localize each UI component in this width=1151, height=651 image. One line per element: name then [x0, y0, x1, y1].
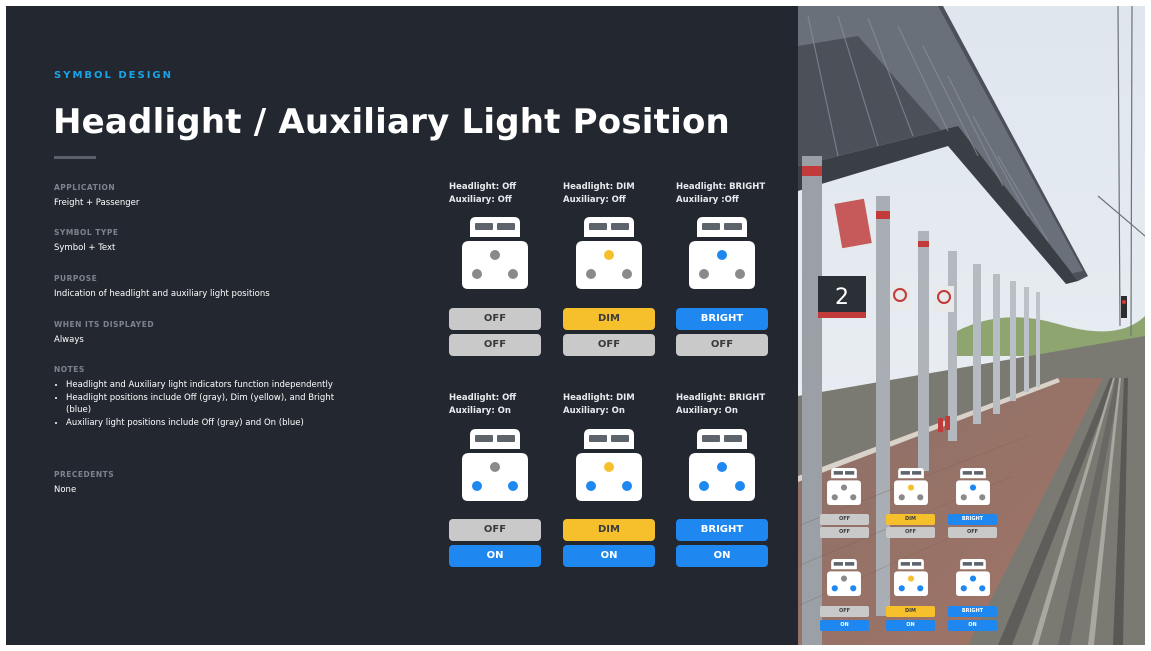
- purpose-label: PURPOSE: [54, 274, 98, 283]
- mini-headlight-pill: DIM: [886, 514, 935, 525]
- symbol-type-section: SYMBOL TYPE Symbol + Text: [54, 228, 384, 255]
- caption-auxiliary: Auxiliary: On: [449, 406, 511, 416]
- caption-auxiliary: Auxiliary: On: [563, 406, 625, 416]
- mini-symbol: [893, 468, 929, 509]
- mini-headlight-pill: OFF: [820, 514, 869, 525]
- caption-auxiliary: Auxiliary: On: [676, 406, 738, 416]
- mini-auxiliary-pill: ON: [886, 620, 935, 631]
- headlight-status-pill: DIM: [563, 519, 655, 541]
- mini-symbol: [955, 468, 991, 509]
- purpose-value: Indication of headlight and auxiliary li…: [54, 289, 270, 299]
- locomotive-icon: [689, 217, 755, 289]
- caption-headlight: Headlight: DIM: [563, 393, 635, 403]
- mini-symbol: [826, 468, 862, 509]
- symbol-headlight-dim-aux-off: Headlight: DIM Auxiliary: Off DIM OFF: [563, 181, 655, 356]
- auxiliary-status-pill: OFF: [563, 334, 655, 356]
- mini-headlight-pill: BRIGHT: [948, 606, 997, 617]
- mini-auxiliary-pill: ON: [820, 620, 869, 631]
- symbol-headlight-bright-aux-off: Headlight: BRIGHT Auxiliary :Off BRIGHT …: [676, 181, 768, 356]
- symbol-type-value: Symbol + Text: [54, 243, 116, 253]
- symbol-headlight-dim-aux-on: Headlight: DIM Auxiliary: On DIM ON: [563, 392, 655, 567]
- caption-headlight: Headlight: BRIGHT: [676, 393, 766, 403]
- mini-auxiliary-pill: OFF: [886, 527, 935, 538]
- locomotive-icon: [894, 468, 928, 505]
- when-displayed-section: WHEN ITS DISPLAYED Always: [54, 320, 384, 347]
- eyebrow-label: SYMBOL DESIGN: [54, 70, 174, 81]
- caption-auxiliary: Auxiliary: Off: [449, 195, 512, 205]
- precedents-label: PRECEDENTS: [54, 470, 115, 479]
- when-displayed-label: WHEN ITS DISPLAYED: [54, 320, 155, 329]
- headlight-status-pill: BRIGHT: [676, 519, 768, 541]
- headlight-status-pill: DIM: [563, 308, 655, 330]
- page-title: Headlight / Auxiliary Light Position: [53, 102, 730, 142]
- mini-headlight-pill: DIM: [886, 606, 935, 617]
- auxiliary-status-pill: OFF: [449, 334, 541, 356]
- caption-headlight: Headlight: Off: [449, 182, 517, 192]
- purpose-section: PURPOSE Indication of headlight and auxi…: [54, 274, 384, 301]
- locomotive-icon: [956, 559, 990, 596]
- application-section: APPLICATION Freight + Passenger: [54, 183, 384, 210]
- auxiliary-status-pill: OFF: [676, 334, 768, 356]
- locomotive-icon: [956, 468, 990, 505]
- mini-headlight-pill: OFF: [820, 606, 869, 617]
- mini-headlight-pill: BRIGHT: [948, 514, 997, 525]
- caption-auxiliary: Auxiliary :Off: [676, 195, 739, 205]
- slide: SYMBOL DESIGN Headlight / Auxiliary Ligh…: [6, 6, 1145, 645]
- mini-auxiliary-pill: OFF: [820, 527, 869, 538]
- mini-symbol: [955, 559, 991, 600]
- application-value: Freight + Passenger: [54, 198, 140, 208]
- auxiliary-status-pill: ON: [563, 545, 655, 567]
- note-item: Auxiliary light positions include Off (g…: [66, 417, 344, 430]
- locomotive-icon: [894, 559, 928, 596]
- precedents-value: None: [54, 485, 77, 495]
- mini-auxiliary-pill: OFF: [948, 527, 997, 538]
- auxiliary-status-pill: ON: [676, 545, 768, 567]
- auxiliary-status-pill: ON: [449, 545, 541, 567]
- application-label: APPLICATION: [54, 183, 116, 192]
- when-displayed-value: Always: [54, 335, 84, 345]
- precedents-section: PRECEDENTS None: [54, 470, 384, 497]
- notes-list: Headlight and Auxiliary light indicators…: [54, 379, 344, 429]
- symbol-headlight-bright-aux-on: Headlight: BRIGHT Auxiliary: On BRIGHT O…: [676, 392, 768, 567]
- locomotive-icon: [827, 559, 861, 596]
- mini-symbol: [893, 559, 929, 600]
- caption-auxiliary: Auxiliary: Off: [563, 195, 626, 205]
- notes-section: NOTES Headlight and Auxiliary light indi…: [54, 365, 344, 429]
- headlight-status-pill: OFF: [449, 519, 541, 541]
- headlight-status-pill: OFF: [449, 308, 541, 330]
- caption-headlight: Headlight: Off: [449, 393, 517, 403]
- title-divider: [54, 156, 96, 159]
- headlight-status-pill: BRIGHT: [676, 308, 768, 330]
- symbol-headlight-off-aux-off: Headlight: Off Auxiliary: Off OFF OFF: [449, 181, 541, 356]
- locomotive-icon: [462, 217, 528, 289]
- note-item: Headlight positions include Off (gray), …: [66, 392, 344, 417]
- platform-number: 2: [835, 285, 849, 310]
- mini-symbol: [826, 559, 862, 600]
- caption-headlight: Headlight: DIM: [563, 182, 635, 192]
- locomotive-icon: [462, 429, 528, 501]
- railway-platform-illustration: 2: [798, 6, 1145, 645]
- caption-headlight: Headlight: BRIGHT: [676, 182, 766, 192]
- notes-label: NOTES: [54, 365, 85, 374]
- info-panel: SYMBOL DESIGN Headlight / Auxiliary Ligh…: [6, 6, 798, 645]
- locomotive-icon: [689, 429, 755, 501]
- locomotive-icon: [576, 429, 642, 501]
- symbol-type-label: SYMBOL TYPE: [54, 228, 119, 237]
- locomotive-icon: [827, 468, 861, 505]
- platform-photo: 2 OFF OFF DIM OFF BRIGHT OFF OFF ON DIM …: [798, 6, 1145, 645]
- locomotive-icon: [576, 217, 642, 289]
- mini-auxiliary-pill: ON: [948, 620, 997, 631]
- note-item: Headlight and Auxiliary light indicators…: [66, 379, 344, 392]
- symbol-headlight-off-aux-on: Headlight: Off Auxiliary: On OFF ON: [449, 392, 541, 567]
